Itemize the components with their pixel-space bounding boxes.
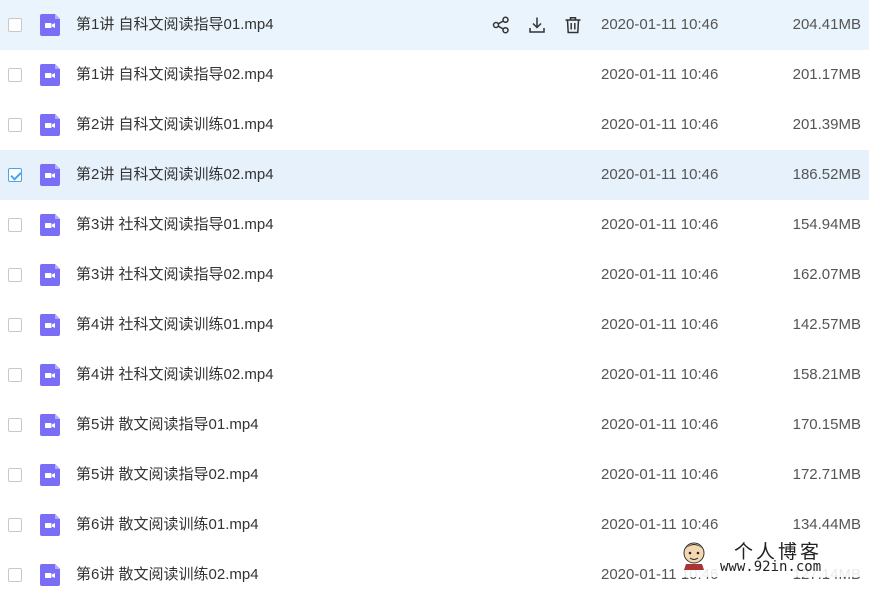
file-name[interactable]: 第2讲 自科文阅读训练02.mp4 (76, 150, 274, 200)
file-size: 172.71MB (792, 466, 861, 483)
file-size: 201.17MB (792, 66, 861, 83)
file-date: 2020-01-11 10:46 (601, 66, 719, 83)
file-date: 2020-01-11 10:46 (601, 216, 719, 233)
row-checkbox[interactable] (8, 468, 22, 482)
video-file-icon (40, 514, 60, 536)
row-checkbox[interactable] (8, 168, 22, 182)
file-name[interactable]: 第4讲 社科文阅读训练02.mp4 (76, 350, 274, 400)
file-row[interactable]: 第4讲 社科文阅读训练02.mp4 2020-01-11 10:46 158.21M… (0, 350, 869, 400)
trash-icon[interactable] (562, 13, 584, 37)
file-name[interactable]: 第4讲 社科文阅读训练01.mp4 (76, 300, 274, 350)
file-size: 186.52MB (792, 166, 861, 183)
file-date: 2020-01-11 10:46 (601, 316, 719, 333)
watermark-url: www.92in.com (720, 559, 822, 575)
file-size: 162.07MB (792, 266, 861, 283)
row-actions (490, 13, 584, 37)
row-checkbox[interactable] (8, 568, 22, 582)
row-checkbox[interactable] (8, 118, 22, 132)
video-file-icon (40, 14, 60, 36)
file-date: 2020-01-11 10:46 (601, 416, 719, 433)
file-row[interactable]: 第5讲 散文阅读指导02.mp4 2020-01-11 10:46 172.71MB (0, 450, 869, 500)
video-file-icon (40, 314, 60, 336)
row-checkbox[interactable] (8, 418, 22, 432)
file-date: 2020-01-11 10:46 (601, 166, 719, 183)
file-size: 142.57MB (792, 316, 861, 333)
file-row[interactable]: 第3讲 社科文阅读指导02.mp4 2020-01-11 10:46 162.07M… (0, 250, 869, 300)
file-date: 2020-01-11 10:46 (601, 266, 719, 283)
file-row[interactable]: 第5讲 散文阅读指导01.mp4 2020-01-11 10:46 170.15MB (0, 400, 869, 450)
file-date: 2020-01-11 10:46 (601, 466, 719, 483)
file-row[interactable]: 第3讲 社科文阅读指导01.mp4 2020-01-11 10:46 154.94M… (0, 200, 869, 250)
file-size: 154.94MB (792, 216, 861, 233)
file-date: 2020-01-11 10:46 (601, 366, 719, 383)
share-icon[interactable] (490, 13, 512, 37)
row-checkbox[interactable] (8, 518, 22, 532)
file-name[interactable]: 第6讲 散文阅读训练01.mp4 (76, 500, 259, 550)
row-checkbox[interactable] (8, 68, 22, 82)
row-checkbox[interactable] (8, 368, 22, 382)
row-checkbox[interactable] (8, 218, 22, 232)
file-size: 170.15MB (792, 416, 861, 433)
video-file-icon (40, 64, 60, 86)
file-name[interactable]: 第1讲 自科文阅读指导01.mp4 (76, 0, 274, 50)
file-name[interactable]: 第5讲 散文阅读指导01.mp4 (76, 400, 259, 450)
file-name[interactable]: 第5讲 散文阅读指导02.mp4 (76, 450, 259, 500)
file-row[interactable]: 第2讲 自科文阅读训练01.mp4 2020-01-11 10:46 201.39M… (0, 100, 869, 150)
file-list: 第1讲 自科文阅读指导01.mp4 2020-01-11 10:46 204.41M… (0, 0, 869, 600)
video-file-icon (40, 164, 60, 186)
file-size: 204.41MB (792, 16, 861, 33)
file-name[interactable]: 第3讲 社科文阅读指导02.mp4 (76, 250, 274, 300)
video-file-icon (40, 464, 60, 486)
row-checkbox[interactable] (8, 18, 22, 32)
row-checkbox[interactable] (8, 318, 22, 332)
video-file-icon (40, 114, 60, 136)
video-file-icon (40, 414, 60, 436)
file-name[interactable]: 第3讲 社科文阅读指导01.mp4 (76, 200, 274, 250)
file-name[interactable]: 第1讲 自科文阅读指导02.mp4 (76, 50, 274, 100)
video-file-icon (40, 214, 60, 236)
video-file-icon (40, 364, 60, 386)
file-row[interactable]: 第2讲 自科文阅读训练02.mp4 2020-01-11 10:46 186.52M… (0, 150, 869, 200)
download-icon[interactable] (526, 13, 548, 37)
file-name[interactable]: 第2讲 自科文阅读训练01.mp4 (76, 100, 274, 150)
watermark: 个人博客 www.92in.com (676, 536, 869, 577)
avatar-icon (683, 542, 705, 570)
file-row[interactable]: 第4讲 社科文阅读训练01.mp4 2020-01-11 10:46 142.57M… (0, 300, 869, 350)
file-name[interactable]: 第6讲 散文阅读训练02.mp4 (76, 550, 259, 600)
file-size: 158.21MB (792, 366, 861, 383)
file-size: 201.39MB (792, 116, 861, 133)
video-file-icon (40, 564, 60, 586)
file-date: 2020-01-11 10:46 (601, 116, 719, 133)
row-checkbox[interactable] (8, 268, 22, 282)
file-row[interactable]: 第1讲 自科文阅读指导02.mp4 2020-01-11 10:46 201.17M… (0, 50, 869, 100)
video-file-icon (40, 264, 60, 286)
file-date: 2020-01-11 10:46 (601, 16, 719, 33)
file-row[interactable]: 第1讲 自科文阅读指导01.mp4 2020-01-11 10:46 204.41M… (0, 0, 869, 50)
